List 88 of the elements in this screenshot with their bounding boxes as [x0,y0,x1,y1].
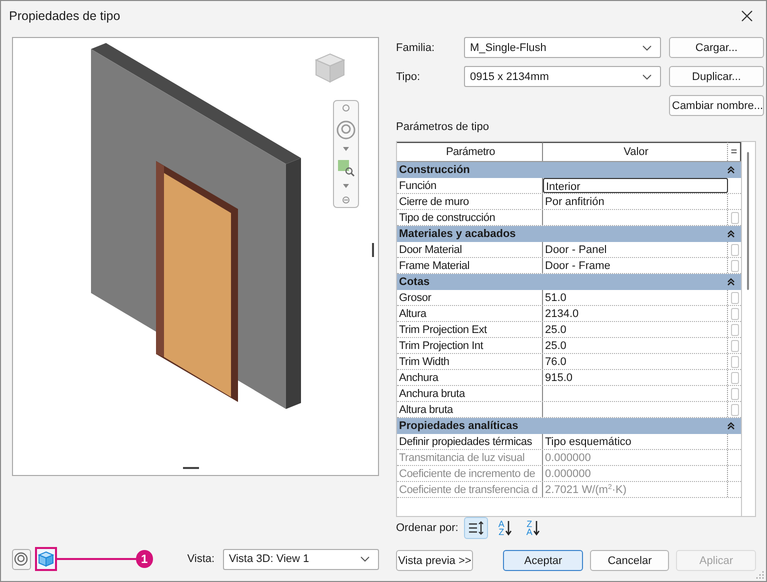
table-cell: 915.0 [543,370,728,385]
family-dropdown[interactable]: M_Single-Flush [464,37,661,58]
table-cell: Anchura bruta [397,386,543,401]
table-cell: 0.000000 [543,450,728,465]
associate-parameter-button[interactable] [730,356,738,368]
column-header[interactable]: Parámetro [397,142,543,161]
associate-parameter-button[interactable] [730,388,738,400]
table-cell: 2.7021 W/(m$^{2}$·K) [543,482,728,497]
table-cell: Door - Frame [543,258,728,273]
table-cell: Tipo esquemático [543,434,728,449]
preview-button[interactable]: Vista previa >> [396,550,474,571]
table-cell: 76.0 [543,354,728,369]
type-label: Tipo: [396,70,422,82]
splitter-handle[interactable] [183,467,199,469]
associate-parameter-button[interactable] [730,244,738,256]
steering-wheel-button[interactable] [12,548,31,570]
table-cell: 2134.0 [543,306,728,321]
table-cell: Por anfitrión [543,194,728,209]
table-cell: 0.000000 [543,466,728,481]
associate-parameter-button[interactable] [730,292,738,304]
table-cell: Altura bruta [397,402,543,417]
table-cell: Transmitancia de luz visual [397,450,543,465]
table-cell: Trim Projection Ext [397,322,543,337]
zoom-icon[interactable] [337,158,355,177]
ok-button[interactable]: Aceptar [503,550,583,571]
associate-parameter-button[interactable] [730,372,738,384]
table-cell: Anchura [397,370,543,385]
duplicate-button[interactable]: Duplicar... [669,66,764,87]
group-sort-button[interactable] [464,517,488,539]
chevron-down-icon [642,44,652,50]
family-label: Familia: [396,42,436,54]
associate-parameter-button[interactable] [730,212,738,224]
cancel-button[interactable]: Cancelar [590,550,670,571]
table-cell: Tipo de construcción [397,210,543,225]
table-cell: 25.0 [543,322,728,337]
resize-grip-icon[interactable] [756,571,764,579]
minimize-icon[interactable] [342,196,350,204]
collapse-icon[interactable] [727,166,735,174]
group-header[interactable]: Construcción [397,162,741,178]
group-header[interactable]: Materiales y acabados [397,226,741,242]
rename-button[interactable]: Cambiar nombre... [669,95,764,116]
table-cell: Door - Panel [543,242,728,257]
associate-parameter-button[interactable] [730,308,738,320]
cube-icon[interactable] [38,551,54,567]
group-header[interactable]: Cotas [397,274,741,290]
splitter-handle[interactable] [372,243,374,257]
group-sort-icon [468,521,484,535]
associate-parameter-button[interactable] [730,260,738,272]
dropdown-arrow-icon[interactable] [343,184,349,188]
value-field[interactable]: Interior [543,178,728,193]
table-cell: Altura [397,306,543,321]
arrow-down-icon [505,520,512,536]
table-cell: Coeficiente de incremento de [397,466,543,481]
column-header[interactable]: = [728,142,741,161]
table-cell: Cierre de muro [397,194,543,209]
chevron-down-icon [360,556,370,562]
table-cell: 51.0 [543,290,728,305]
collapse-icon[interactable] [727,422,735,430]
window-title: Propiedades de tipo [9,8,120,22]
callout-badge: 1 [136,550,154,568]
associate-parameter-button[interactable] [730,340,738,352]
group-header[interactable]: Propiedades analíticas [397,418,741,434]
steering-wheel-icon[interactable] [336,120,356,140]
associate-parameter-button[interactable] [730,324,738,336]
sort-label: Ordenar por: [396,522,458,534]
dropdown-arrow-icon[interactable] [343,147,349,152]
table-cell: Frame Material [397,258,543,273]
table-cell: Grosor [397,290,543,305]
table-cell: Definir propiedades térmicas [397,434,543,449]
view-dropdown[interactable]: Vista 3D: View 1 [222,548,379,570]
view-label: Vista: [187,553,216,565]
view-cube-icon[interactable] [313,51,347,85]
associate-parameter-button[interactable] [730,404,738,416]
type-dropdown[interactable]: 0915 x 2134mm [464,66,661,87]
section-label: Parámetros de tipo [396,121,490,135]
collapse-icon[interactable] [727,230,735,238]
column-header[interactable]: Valor [543,142,728,161]
load-button[interactable]: Cargar... [669,37,764,58]
table-cell: Función [397,178,543,193]
scrollbar[interactable] [747,152,749,290]
table-cell: Coeficiente de transferencia d [397,482,543,497]
table-cell: 25.0 [543,338,728,353]
collapse-icon[interactable] [727,278,735,286]
table-cell: Door Material [397,242,543,257]
chevron-down-icon [642,74,652,80]
arrow-down-icon [533,520,540,536]
table-cell: Trim Projection Int [397,338,543,353]
table-cell: Trim Width [397,354,543,369]
